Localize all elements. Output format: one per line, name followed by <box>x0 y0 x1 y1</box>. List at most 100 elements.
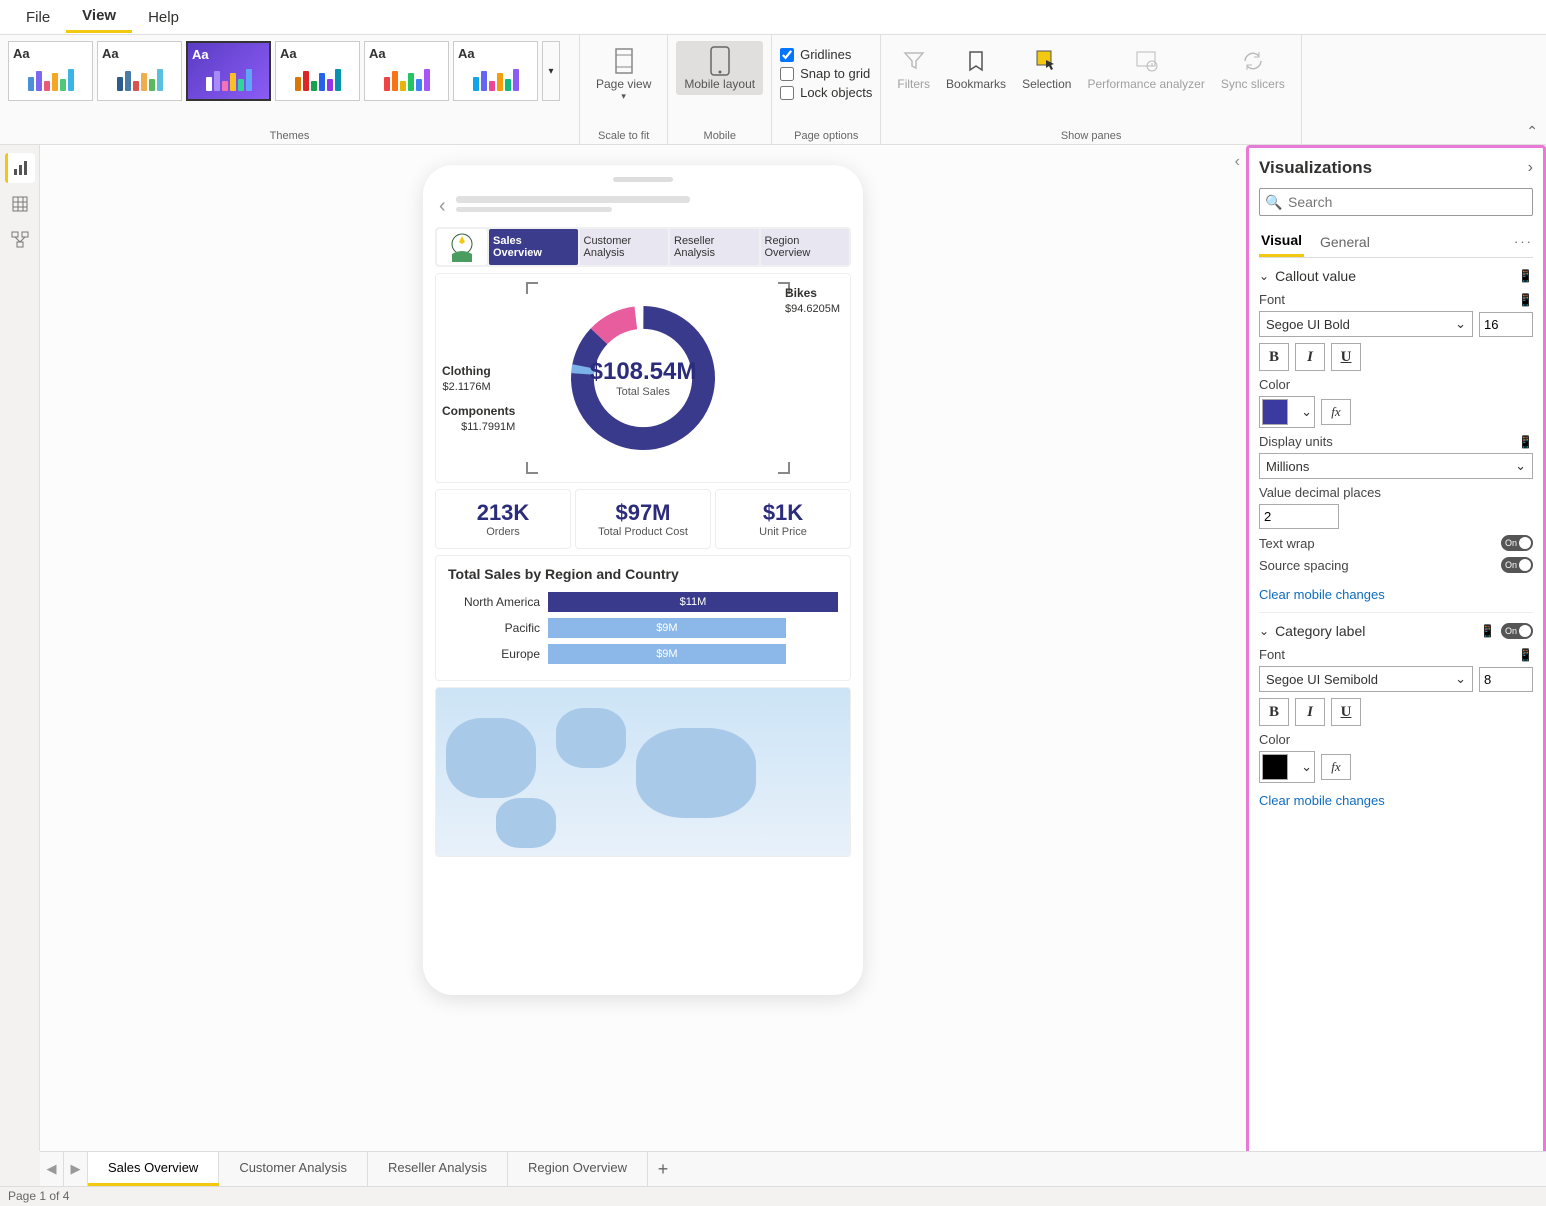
mobile-edit-icon[interactable]: 📱 <box>1480 624 1495 638</box>
visualizations-expand-button[interactable]: › <box>1528 159 1533 177</box>
report-tab-reseller-analysis[interactable]: Reseller Analysis <box>670 229 759 265</box>
format-tab-general[interactable]: General <box>1318 228 1372 256</box>
kpi-orders[interactable]: 213KOrders <box>435 489 571 549</box>
mobile-edit-icon[interactable]: 📱 <box>1518 435 1533 449</box>
filters-pane-button[interactable]: Filters <box>889 41 938 95</box>
callout-color-fx-button[interactable]: fx <box>1321 399 1351 425</box>
add-page-button[interactable]: + <box>648 1152 678 1186</box>
themes-dropdown[interactable]: ▾ <box>542 41 560 101</box>
selection-pane-button[interactable]: Selection <box>1014 41 1079 95</box>
phone-back-button[interactable]: ‹ <box>439 195 446 218</box>
mobile-edit-icon[interactable]: 📱 <box>1518 269 1533 283</box>
mobile-edit-icon[interactable]: 📱 <box>1518 293 1533 307</box>
sync-icon <box>1237 45 1269 77</box>
report-tab-sales-overview[interactable]: Sales Overview <box>489 229 578 265</box>
category-font-size-input[interactable] <box>1479 667 1533 692</box>
page-tab-prev[interactable]: ◀ <box>40 1152 64 1186</box>
search-icon: 🔍 <box>1265 194 1282 211</box>
report-view-button[interactable] <box>5 153 35 183</box>
section-callout-value-header[interactable]: ⌄ Callout value 📱 <box>1259 268 1533 284</box>
format-tab-visual[interactable]: Visual <box>1259 226 1304 257</box>
page-tab-region-overview[interactable]: Region Overview <box>508 1152 648 1186</box>
ribbon: Aa Aa Aa Aa Aa Aa ▾ Themes Page view▾ Sc… <box>0 35 1546 145</box>
mobile-group-label: Mobile <box>676 126 763 142</box>
report-tab-region-overview[interactable]: Region Overview <box>761 229 850 265</box>
map-visual[interactable] <box>435 687 851 857</box>
visualizations-pane: Visualizations › 🔍 Visual General ··· ⌄ … <box>1246 145 1546 1171</box>
model-view-button[interactable] <box>5 225 35 255</box>
page-view-button[interactable]: Page view▾ <box>588 41 659 106</box>
menu-help[interactable]: Help <box>132 3 195 32</box>
data-view-button[interactable] <box>5 189 35 219</box>
chevron-down-icon: ⌄ <box>1259 624 1269 638</box>
performance-icon <box>1130 45 1162 77</box>
text-wrap-toggle[interactable]: On <box>1501 535 1533 551</box>
format-more-button[interactable]: ··· <box>1514 234 1533 249</box>
mobile-phone-frame: ‹ Sales Overview Customer Analysis Resel… <box>423 165 863 995</box>
performance-analyzer-button[interactable]: Performance analyzer <box>1079 41 1212 95</box>
page-tab-next[interactable]: ▶ <box>64 1152 88 1186</box>
kpi-unit-price[interactable]: $1KUnit Price <box>715 489 851 549</box>
theme-preset-6[interactable]: Aa <box>453 41 538 101</box>
menu-view[interactable]: View <box>66 1 132 33</box>
callout-font-family-select[interactable]: Segoe UI Bold⌄ <box>1259 311 1473 337</box>
sync-slicers-button[interactable]: Sync slicers <box>1213 41 1293 95</box>
page-tab-customer-analysis[interactable]: Customer Analysis <box>219 1152 368 1186</box>
page-tab-sales-overview[interactable]: Sales Overview <box>88 1152 219 1183</box>
category-label-toggle[interactable]: On <box>1501 623 1533 639</box>
clear-mobile-changes-callout[interactable]: Clear mobile changes <box>1259 587 1385 602</box>
collapse-page-visuals[interactable]: ‹ <box>1235 153 1240 171</box>
mobile-icon <box>704 45 736 77</box>
report-tabs: Sales Overview Customer Analysis Reselle… <box>435 227 851 267</box>
category-font-family-select[interactable]: Segoe UI Semibold⌄ <box>1259 666 1473 692</box>
filter-icon <box>898 45 930 77</box>
left-view-rail <box>0 145 40 1151</box>
category-bold-button[interactable]: B <box>1259 698 1289 726</box>
donut-visual[interactable]: $108.54M Total Sales Bikes$94.6205M Clot… <box>435 273 851 483</box>
category-color-fx-button[interactable]: fx <box>1321 754 1351 780</box>
section-category-label-header[interactable]: ⌄ Category label 📱 On <box>1259 623 1533 639</box>
decimal-places-input[interactable] <box>1259 504 1339 529</box>
visualizations-search-input[interactable] <box>1259 188 1533 216</box>
bookmarks-pane-button[interactable]: Bookmarks <box>938 41 1014 95</box>
lock-objects-checkbox[interactable]: Lock objects <box>780 85 872 100</box>
theme-preset-2[interactable]: Aa <box>97 41 182 101</box>
category-color-picker[interactable]: ⌄ <box>1259 751 1315 783</box>
report-tab-customer-analysis[interactable]: Customer Analysis <box>580 229 669 265</box>
show-panes-label: Show panes <box>889 126 1292 142</box>
page-tab-reseller-analysis[interactable]: Reseller Analysis <box>368 1152 508 1186</box>
page-view-icon <box>608 45 640 77</box>
gridlines-checkbox[interactable]: Gridlines <box>780 47 872 62</box>
category-italic-button[interactable]: I <box>1295 698 1325 726</box>
selection-icon <box>1031 45 1063 77</box>
phone-title-placeholder <box>456 196 847 216</box>
callout-font-size-input[interactable] <box>1479 312 1533 337</box>
callout-color-picker[interactable]: ⌄ <box>1259 396 1315 428</box>
snap-to-grid-checkbox[interactable]: Snap to grid <box>780 66 872 81</box>
menu-file[interactable]: File <box>10 3 66 32</box>
theme-preset-5[interactable]: Aa <box>364 41 449 101</box>
kpi-product-cost[interactable]: $97MTotal Product Cost <box>575 489 711 549</box>
status-bar: Page 1 of 4 <box>0 1186 1546 1206</box>
theme-preset-4[interactable]: Aa <box>275 41 360 101</box>
callout-underline-button[interactable]: U <box>1331 343 1361 371</box>
display-units-select[interactable]: Millions⌄ <box>1259 453 1533 479</box>
donut-center-value: $108.54M <box>590 358 697 386</box>
mobile-layout-button[interactable]: Mobile layout <box>676 41 763 95</box>
donut-callout-clothing: Clothing$2.1176M <box>442 364 491 394</box>
category-underline-button[interactable]: U <box>1331 698 1361 726</box>
bar-chart-visual[interactable]: Total Sales by Region and Country North … <box>435 555 851 681</box>
page-tabs-bar: ◀ ▶ Sales Overview Customer Analysis Res… <box>40 1151 1546 1186</box>
chevron-down-icon: ⌄ <box>1259 269 1269 283</box>
menu-bar: File View Help <box>0 0 1546 35</box>
source-spacing-toggle[interactable]: On <box>1501 557 1533 573</box>
ribbon-collapse-button[interactable]: ⌃ <box>1526 123 1538 140</box>
callout-bold-button[interactable]: B <box>1259 343 1289 371</box>
bar-chart-title: Total Sales by Region and Country <box>448 566 838 582</box>
theme-preset-1[interactable]: Aa <box>8 41 93 101</box>
theme-preset-3[interactable]: Aa <box>186 41 271 101</box>
mobile-edit-icon[interactable]: 📱 <box>1518 648 1533 662</box>
donut-callout-bikes: Bikes$94.6205M <box>785 286 840 316</box>
callout-italic-button[interactable]: I <box>1295 343 1325 371</box>
clear-mobile-changes-category[interactable]: Clear mobile changes <box>1259 793 1385 808</box>
